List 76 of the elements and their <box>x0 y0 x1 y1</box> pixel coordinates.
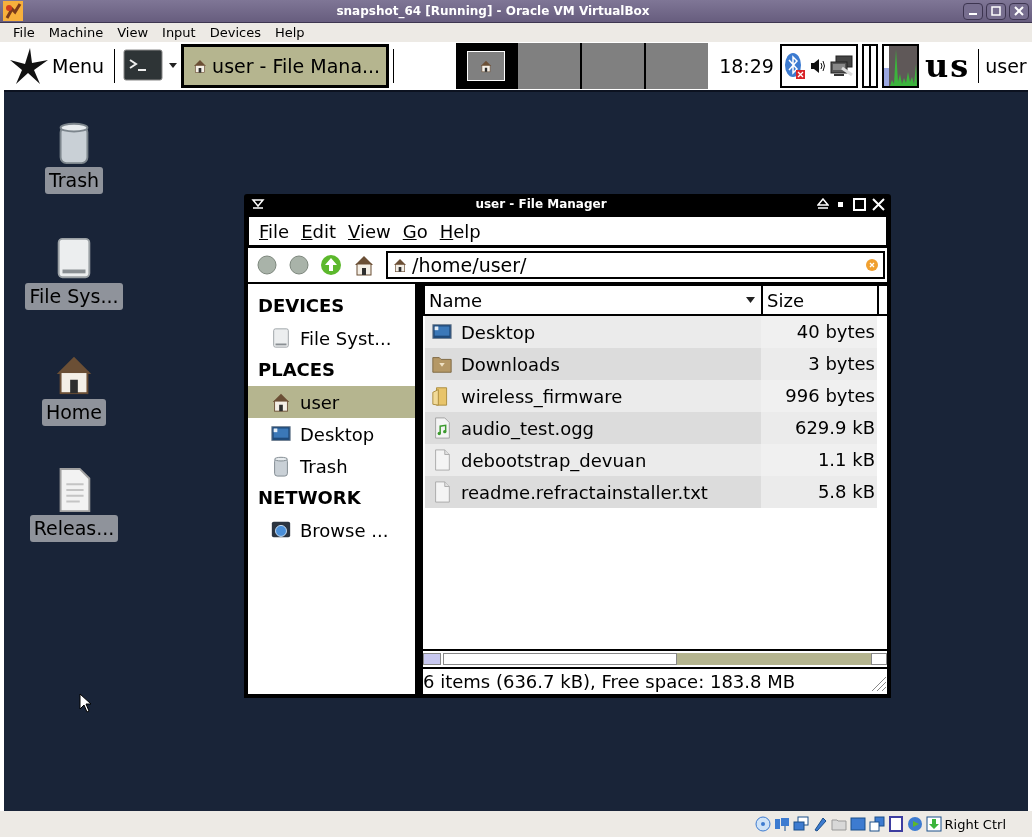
sidebar-heading: NETWORK <box>257 486 362 510</box>
mouse-pointer-icon <box>79 693 93 713</box>
file-row[interactable]: debootstrap_devuan <box>425 444 761 476</box>
minimize-button[interactable] <box>963 2 983 20</box>
horizontal-scrollbar[interactable] <box>423 649 887 669</box>
workspace-pager[interactable] <box>456 43 709 89</box>
close-button[interactable] <box>1009 2 1029 20</box>
network-icon[interactable] <box>829 55 854 77</box>
menu-item[interactable]: Input <box>155 25 203 40</box>
file-size: 3 bytes <box>761 348 877 380</box>
maximize-icon <box>991 6 1001 16</box>
menu-item[interactable]: Help <box>433 220 487 242</box>
menu-item[interactable]: File <box>253 220 296 242</box>
desktop-icon-label[interactable]: Trash <box>44 167 104 194</box>
maximize-button[interactable] <box>986 2 1006 20</box>
file-row[interactable]: readme.refractainstaller.txt <box>425 476 761 508</box>
menu-item[interactable]: View <box>342 220 397 242</box>
menu-item[interactable]: Edit <box>295 220 342 242</box>
window-title: user - File Manager <box>474 197 608 211</box>
file-size: 5.8 kB <box>761 476 877 508</box>
column-header[interactable]: Size <box>763 286 877 314</box>
speaker-icon[interactable] <box>809 58 826 74</box>
home-icon <box>479 59 494 73</box>
desktop-icon-label[interactable]: Releas... <box>29 515 119 542</box>
file-row[interactable]: Desktop <box>425 316 761 348</box>
workspace-thumbnail[interactable] <box>646 43 709 89</box>
desktop-icon-label[interactable]: File Sys... <box>25 283 123 310</box>
audio-device-icon[interactable] <box>773 816 790 832</box>
file-size: 40 bytes <box>761 316 877 348</box>
file-size: 996 bytes <box>761 380 877 412</box>
sidebar-heading: PLACES <box>257 358 337 382</box>
keyboard-layout-indicator[interactable]: us <box>924 47 971 85</box>
sidebar-item[interactable]: user <box>248 386 415 418</box>
virtualbox-logo-icon <box>3 1 23 21</box>
home-icon <box>270 391 292 413</box>
menu-item[interactable]: Help <box>267 25 312 40</box>
menu-item[interactable]: Go <box>396 220 434 242</box>
workspace-thumbnail[interactable] <box>582 43 645 89</box>
back-button[interactable] <box>256 254 278 276</box>
menu-label[interactable]: Menu <box>52 55 105 77</box>
close-icon <box>1014 6 1024 16</box>
menu-item[interactable]: Machine <box>41 25 111 40</box>
sidebar-heading: DEVICES <box>257 294 346 318</box>
workspace-thumbnail[interactable] <box>518 43 581 89</box>
file-row[interactable]: Downloads <box>425 348 761 380</box>
network-adapter-icon[interactable] <box>792 816 809 832</box>
screen-capture-icon[interactable] <box>868 816 885 832</box>
file-row[interactable]: audio_test.ogg <box>425 412 761 444</box>
minimize-icon <box>969 13 977 15</box>
location-field[interactable]: /home/user/ <box>386 251 885 279</box>
file-size: 629.9 kB <box>761 412 877 444</box>
optical-disc-icon[interactable] <box>754 816 771 832</box>
dropdown-caret-icon[interactable] <box>169 63 178 69</box>
drive-icon <box>270 327 292 349</box>
desktop-icon-label[interactable]: Home <box>41 399 107 426</box>
clock: 18:29 <box>718 55 775 77</box>
window-menu-icon[interactable] <box>251 198 265 210</box>
file-row[interactable]: wireless_firmware <box>425 380 761 412</box>
taskbar-button[interactable]: user - File Mana... <box>181 44 390 88</box>
bluetooth-icon[interactable] <box>783 51 806 81</box>
display-icon[interactable] <box>849 816 866 832</box>
home-icon <box>392 257 408 273</box>
host-key-label: Right Ctrl <box>944 816 1006 832</box>
download-arrow-icon[interactable] <box>925 816 942 832</box>
menu-item[interactable]: View <box>110 25 156 40</box>
menu-item[interactable]: File <box>6 25 42 40</box>
shade-icon[interactable] <box>817 198 829 210</box>
user-name[interactable]: user <box>985 55 1027 77</box>
status-text: 6 items (636.7 kB), Free space: 183.8 MB <box>423 671 797 692</box>
window-title: snapshot_64 [Running] - Oracle VM VirtualBox <box>335 4 651 18</box>
column-header[interactable]: Name <box>425 286 761 314</box>
menu-item[interactable]: Devices <box>202 25 268 40</box>
sort-caret-icon[interactable] <box>746 297 755 303</box>
terminal-icon[interactable] <box>123 49 164 83</box>
file-size: 1.1 kB <box>761 444 877 476</box>
forward-button[interactable] <box>288 254 310 276</box>
